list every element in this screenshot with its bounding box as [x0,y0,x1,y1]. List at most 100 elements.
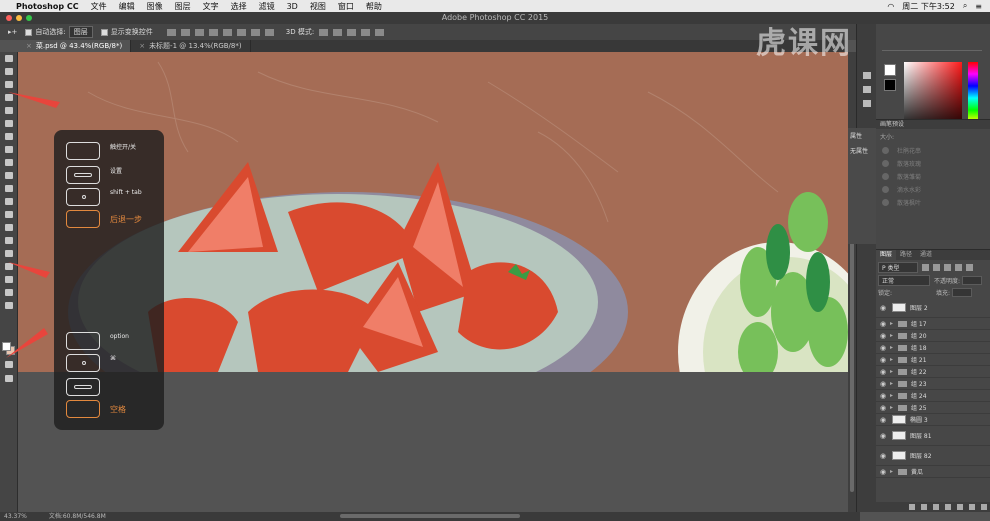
expand-icon[interactable]: ▸ [890,332,898,339]
layer-row[interactable]: ◉ ▸ 组 25 [876,402,990,414]
eye-icon[interactable]: ◉ [876,416,890,424]
menu-layer[interactable]: 图层 [175,1,191,12]
eye-icon[interactable]: ◉ [876,304,890,312]
overlay-row-blank[interactable] [66,378,110,396]
brush-preset-item[interactable]: 散落枫叶 [876,196,990,209]
auto-select-checkbox[interactable] [25,28,33,36]
menu-app-name[interactable]: Photoshop CC [16,2,79,11]
overlay-row-option[interactable]: option [66,332,129,350]
new-layer-icon[interactable] [969,504,975,510]
distribute-icon[interactable] [250,28,260,36]
tab-paths[interactable]: 路径 [896,250,916,260]
layer-row[interactable]: ◉ 图层 2 [876,298,990,318]
background-chip[interactable] [884,79,896,91]
eye-icon[interactable]: ◉ [876,404,890,412]
touch-toggle-button[interactable] [66,142,100,160]
eye-icon[interactable]: ◉ [876,380,890,388]
menu-file[interactable]: 文件 [91,1,107,12]
overlay-row-shift-tab[interactable]: shift + tab [66,188,142,206]
fill-input[interactable] [952,287,973,297]
slide-3d-icon[interactable] [361,28,371,36]
brush-preset-item[interactable]: 散落玫瑰 [876,157,990,170]
overlay-row-settings[interactable]: 设置 [66,166,122,184]
space-key-button[interactable] [66,400,100,418]
overlay-row-command[interactable]: ⌘ [66,354,116,372]
brush-preset-item[interactable]: 散落雏菊 [876,170,990,183]
scale-3d-icon[interactable] [375,28,385,36]
eye-icon[interactable]: ◉ [876,356,890,364]
layer-row[interactable]: ◉ 图层 82 [876,446,990,466]
option-key-button[interactable] [66,332,100,350]
zoom-level[interactable]: 43.37% [4,513,27,520]
overlay-row-touch-toggle[interactable]: 触控开/关 [66,142,136,160]
menu-type[interactable]: 文字 [203,1,219,12]
tab-document-2[interactable]: × 未标题-1 @ 13.4%(RGB/8*) [131,40,251,52]
opacity-input[interactable] [962,275,983,285]
close-tab-icon[interactable]: × [26,42,32,50]
folder-icon[interactable] [957,504,963,510]
expand-icon[interactable]: ▸ [890,392,898,399]
expand-icon[interactable]: ▸ [890,344,898,351]
overlay-row-space[interactable]: 空格 [66,400,126,418]
filter-smart-icon[interactable] [966,263,973,271]
eye-icon[interactable]: ◉ [876,320,890,328]
tools-preset-button[interactable] [857,96,877,110]
adjust-panel-button[interactable] [857,82,877,96]
undo-step-button[interactable] [66,210,100,228]
layer-row[interactable]: ◉ ▸ 组 20 [876,330,990,342]
menu-3d[interactable]: 3D [287,2,298,11]
layer-row[interactable]: ◉ ▸ 组 17 [876,318,990,330]
move-tool-icon[interactable]: ▸+ [8,28,17,36]
layer-row[interactable]: ◉ ▸ 组 18 [876,342,990,354]
tab-layers[interactable]: 图层 [876,250,897,260]
menu-image[interactable]: 图像 [147,1,163,12]
menu-window[interactable]: 窗口 [338,1,354,12]
history-panel-button[interactable] [857,68,877,82]
marquee-tool[interactable] [0,65,18,78]
show-transform-checkbox[interactable] [100,28,108,36]
eye-icon[interactable]: ◉ [876,392,890,400]
expand-icon[interactable]: ▸ [890,380,898,387]
command-key-button[interactable] [66,354,100,372]
expand-icon[interactable]: ▸ [890,320,898,327]
eye-icon[interactable]: ◉ [876,432,890,440]
filter-adjust-icon[interactable] [933,263,940,271]
search-icon[interactable]: ⌕ [963,1,967,11]
layer-row[interactable]: ◉ ▸ 组 24 [876,390,990,402]
close-tab-icon[interactable]: × [139,42,145,50]
eye-icon[interactable]: ◉ [876,368,890,376]
horizontal-scrollbar[interactable] [340,514,520,518]
menu-select[interactable]: 选择 [231,1,247,12]
layer-row[interactable]: ◉ ▸ 组 22 [876,366,990,378]
brush-preset-item[interactable]: 杜鹃花串 [876,144,990,157]
eye-icon[interactable]: ◉ [876,452,890,460]
brush-panel-title[interactable]: 画笔预设 [876,120,990,129]
tab-document-1[interactable]: × 菜.psd @ 43.4%(RGB/8*) [18,40,132,52]
align-right-icon[interactable] [236,28,246,36]
menu-view[interactable]: 视图 [310,1,326,12]
auto-select-dropdown[interactable]: 图层 [68,26,93,38]
foreground-chip[interactable] [884,64,896,76]
eye-icon[interactable]: ◉ [876,332,890,340]
settings-button[interactable] [66,166,100,184]
blank-key-button[interactable] [66,378,100,396]
zoom-window-button[interactable] [26,15,32,21]
align-center-icon[interactable] [222,28,232,36]
pan-3d-icon[interactable] [347,28,357,36]
mask-icon[interactable] [933,504,939,510]
fx-icon[interactable] [921,504,927,510]
blend-mode-dropdown[interactable]: 正常 [878,274,930,286]
properties-tab[interactable]: 属性 [848,128,876,143]
filter-pixel-icon[interactable] [922,263,929,271]
minimize-window-button[interactable] [16,15,22,21]
rotate-3d-icon[interactable] [319,28,329,36]
align-left-icon[interactable] [208,28,218,36]
close-window-button[interactable] [6,15,12,21]
expand-icon[interactable]: ▸ [890,368,898,375]
adjustment-icon[interactable] [945,504,951,510]
trash-icon[interactable] [981,504,987,510]
filter-type-icon[interactable] [944,263,951,271]
wifi-icon[interactable]: ◠ [887,2,894,11]
move-tool[interactable] [0,52,18,65]
overlay-row-undo[interactable]: 后退一步 [66,210,142,228]
